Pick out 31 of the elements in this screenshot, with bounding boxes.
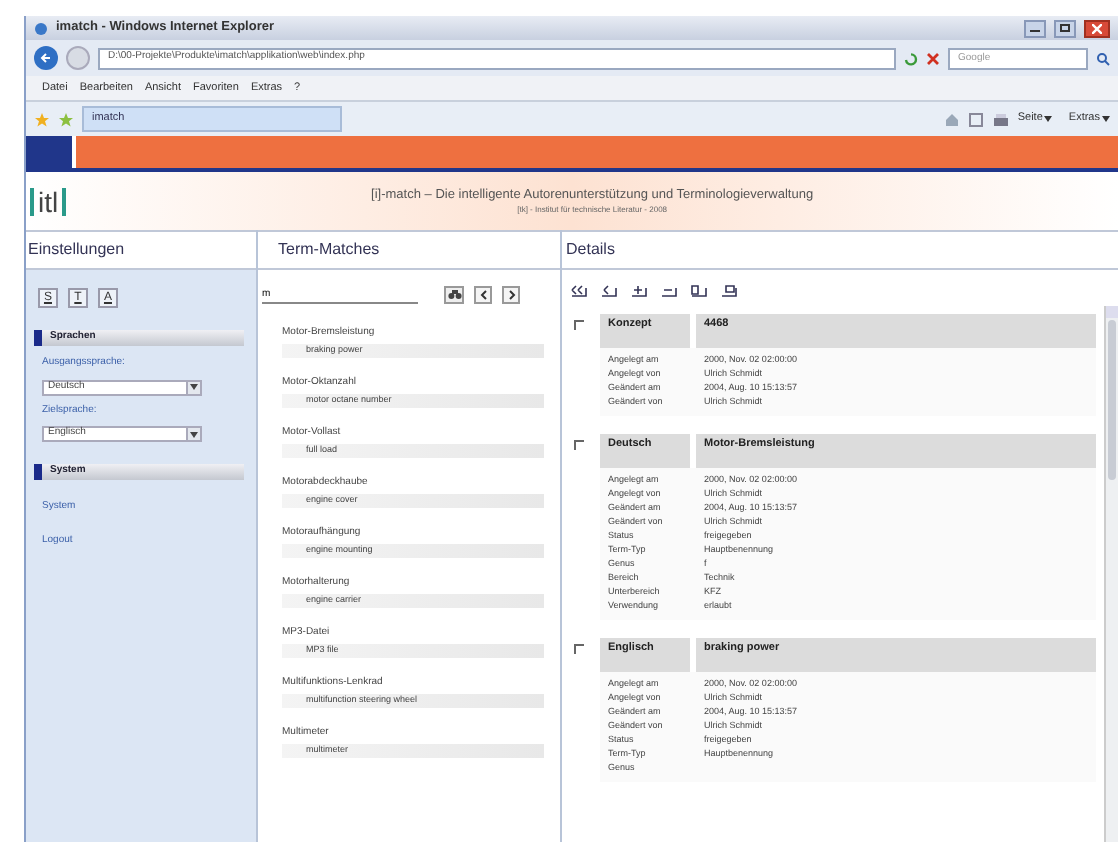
browser-logo-icon: [34, 21, 48, 35]
panel-heading: Details: [566, 238, 615, 262]
expand-icon[interactable]: [720, 284, 738, 298]
dropdown-arrow-icon: [190, 431, 198, 437]
stop-icon[interactable]: [926, 51, 940, 65]
previous-button[interactable]: [474, 286, 492, 304]
logo: itl: [30, 187, 67, 215]
first-icon[interactable]: [570, 284, 588, 298]
back-button[interactable]: [34, 46, 58, 70]
star-icon[interactable]: [34, 111, 50, 127]
binoculars-icon: [447, 290, 461, 300]
refresh-icon[interactable]: [904, 51, 918, 65]
next-button[interactable]: [502, 286, 520, 304]
dropdown-arrow-icon: [190, 384, 198, 390]
search-button[interactable]: [444, 286, 464, 304]
maximize-button[interactable]: [1054, 19, 1076, 37]
caret-icon: [1044, 116, 1053, 122]
printer-icon[interactable]: [991, 111, 1010, 127]
scrollbar[interactable]: [1104, 306, 1118, 842]
minimize-button[interactable]: [1024, 19, 1046, 37]
caret-icon: [1102, 116, 1110, 122]
close-icon: [1092, 23, 1102, 33]
search-icon[interactable]: [1096, 51, 1110, 65]
panel-heading: Term-Matches: [278, 238, 380, 262]
collapse-icon[interactable]: [690, 284, 708, 298]
previous-icon[interactable]: [600, 284, 618, 298]
minus-icon[interactable]: [660, 284, 678, 298]
close-button[interactable]: [1084, 19, 1110, 37]
plus-icon[interactable]: [630, 284, 648, 298]
back-arrow-icon: [40, 52, 52, 64]
panel-heading: Einstellungen: [28, 238, 125, 262]
